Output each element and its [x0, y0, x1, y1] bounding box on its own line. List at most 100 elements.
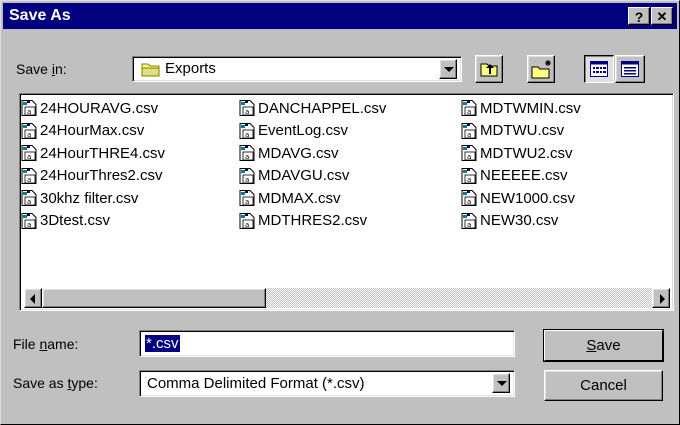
scroll-right-button[interactable] — [652, 288, 670, 308]
file-item[interactable]: a 24HourThres2.csv — [21, 166, 163, 186]
file-item[interactable]: a MDMAX.csv — [239, 188, 341, 208]
file-item[interactable]: a NEEEEE.csv — [461, 166, 568, 186]
scroll-left-button[interactable] — [24, 288, 42, 308]
svg-text:a: a — [467, 198, 471, 206]
save-in-combobox[interactable]: Exports — [132, 56, 462, 82]
file-item[interactable]: a MDAVGU.csv — [239, 166, 349, 186]
save-as-type-dropdown-button[interactable] — [492, 373, 510, 393]
svg-text:a: a — [467, 131, 471, 139]
file-item-label: 24HourThres2.csv — [40, 167, 163, 184]
csv-file-icon: a — [239, 100, 255, 116]
csv-file-icon: a — [239, 190, 255, 206]
svg-text:a: a — [467, 221, 471, 229]
window-title: Save As — [9, 7, 71, 24]
file-item[interactable]: a 24HourTHRE4.csv — [21, 143, 165, 163]
close-button[interactable]: ✕ — [651, 7, 673, 25]
file-item[interactable]: a MDAVG.csv — [239, 143, 339, 163]
file-name-label: File name: — [13, 336, 79, 352]
file-item-label: 24HourTHRE4.csv — [40, 144, 166, 162]
csv-file-icon: a — [461, 212, 477, 229]
svg-text:a: a — [27, 176, 31, 184]
svg-text:a: a — [467, 153, 471, 161]
file-item[interactable]: a MDTHRES2.csv — [239, 211, 367, 231]
new-folder-button[interactable] — [527, 55, 555, 83]
file-item-label: MDMAX.csv — [258, 189, 341, 207]
file-item-label: NEW1000.csv — [480, 189, 576, 207]
horizontal-scrollbar[interactable] — [24, 288, 670, 308]
csv-file-icon: a — [461, 190, 477, 206]
svg-text:a: a — [245, 221, 249, 229]
csv-file-icon: a — [21, 122, 37, 139]
file-item-label: MDTWU.csv — [480, 122, 565, 139]
scroll-thumb[interactable] — [42, 288, 266, 308]
file-item[interactable]: a EventLog.csv — [239, 121, 348, 141]
file-name-input[interactable]: *.csv — [139, 330, 515, 357]
help-button[interactable]: ? — [628, 7, 650, 25]
file-item-label: DANCHAPPEL.csv — [258, 99, 387, 117]
csv-file-icon: a — [239, 145, 255, 161]
file-item[interactable]: a MDTWU.csv — [461, 121, 564, 141]
svg-text:a: a — [245, 198, 249, 206]
file-item[interactable]: a 24HourMax.csv — [21, 121, 144, 141]
svg-text:a: a — [467, 108, 471, 116]
save-as-type-select[interactable]: Comma Delimited Format (*.csv) — [139, 370, 515, 397]
svg-text:a: a — [27, 198, 31, 206]
csv-file-icon: a — [21, 167, 37, 184]
save-in-label: Save in: — [16, 61, 67, 77]
svg-text:a: a — [27, 131, 31, 139]
svg-text:a: a — [245, 153, 249, 161]
file-item[interactable]: a NEW1000.csv — [461, 188, 575, 208]
svg-text:a: a — [467, 176, 471, 184]
file-item-label: MDAVGU.csv — [258, 167, 350, 184]
csv-file-icon: a — [239, 167, 255, 184]
up-folder-icon — [480, 61, 498, 82]
file-item-label: NEEEEE.csv — [480, 167, 568, 184]
save-button[interactable]: Save — [544, 330, 663, 361]
file-item[interactable]: a 24HOURAVG.csv — [21, 98, 158, 118]
csv-file-icon: a — [461, 122, 477, 139]
file-item[interactable]: a MDTWU2.csv — [461, 143, 573, 163]
save-as-type-label: Save as type: — [13, 375, 98, 391]
file-item-label: NEW30.csv — [480, 212, 559, 229]
file-item[interactable]: a DANCHAPPEL.csv — [239, 98, 386, 118]
up-folder-button[interactable] — [475, 55, 503, 83]
file-item-label: MDTWU2.csv — [480, 144, 573, 162]
csv-file-icon: a — [21, 212, 37, 229]
file-item-label: MDTWMIN.csv — [480, 99, 581, 117]
list-view-icon — [590, 61, 608, 82]
file-item-label: EventLog.csv — [258, 122, 349, 139]
svg-text:a: a — [27, 108, 31, 116]
csv-file-icon: a — [21, 145, 37, 161]
file-item[interactable]: a MDTWMIN.csv — [461, 98, 581, 118]
svg-text:a: a — [245, 108, 249, 116]
details-view-icon — [621, 61, 639, 82]
csv-file-icon: a — [461, 100, 477, 116]
csv-file-icon: a — [21, 190, 37, 206]
save-as-dialog: Save As ? ✕ Save in: Exports a 24HOURAVG… — [0, 0, 680, 425]
file-item[interactable]: a NEW30.csv — [461, 211, 558, 231]
new-folder-icon — [531, 59, 553, 84]
csv-file-icon: a — [21, 100, 37, 116]
csv-file-icon: a — [239, 212, 255, 229]
csv-file-icon: a — [461, 145, 477, 161]
file-item-label: 24HourMax.csv — [40, 122, 145, 139]
cancel-button[interactable]: Cancel — [544, 370, 663, 401]
file-item-label: 30khz filter.csv — [40, 189, 139, 207]
svg-text:a: a — [245, 131, 249, 139]
file-name-value: *.csv — [145, 335, 180, 352]
svg-text:a: a — [27, 221, 31, 229]
folder-icon — [141, 61, 161, 77]
current-folder: Exports — [165, 60, 216, 77]
file-item[interactable]: a 30khz filter.csv — [21, 188, 138, 208]
csv-file-icon: a — [239, 122, 255, 139]
file-item[interactable]: a 3Dtest.csv — [21, 211, 110, 231]
save-in-dropdown-button[interactable] — [439, 59, 457, 79]
svg-text:a: a — [245, 176, 249, 184]
csv-file-icon: a — [461, 167, 477, 184]
file-item-label: 3Dtest.csv — [40, 212, 111, 229]
svg-text:a: a — [27, 153, 31, 161]
list-view-button[interactable] — [584, 55, 614, 83]
title-bar[interactable]: Save As ? ✕ — [3, 3, 677, 29]
details-view-button[interactable] — [615, 55, 645, 83]
file-item-label: 24HOURAVG.csv — [40, 99, 159, 117]
